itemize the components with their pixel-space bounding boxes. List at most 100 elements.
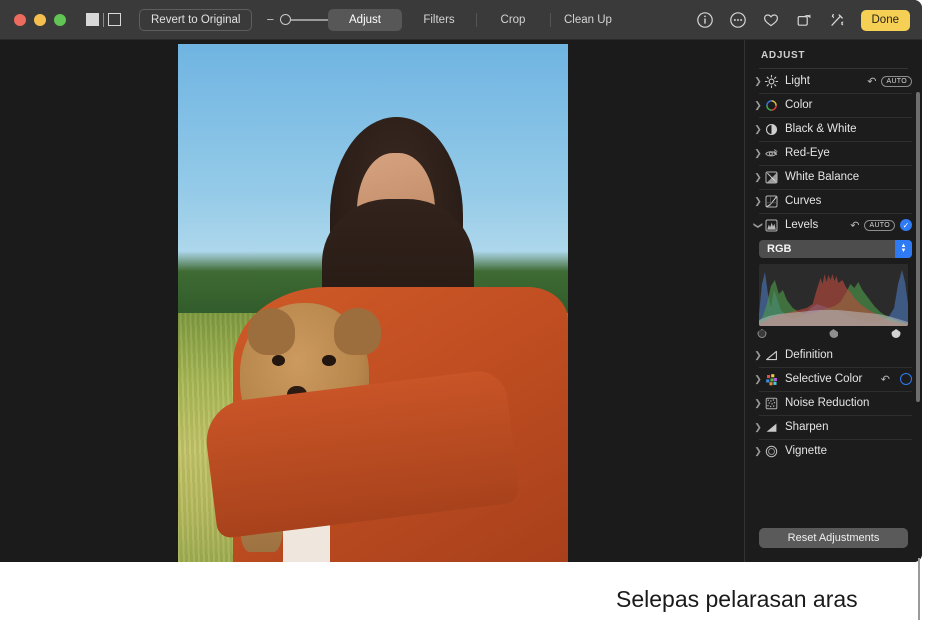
toolbar-actions: Done bbox=[696, 0, 911, 40]
revert-icon[interactable]: ↶ bbox=[881, 373, 890, 386]
single-view-icon[interactable] bbox=[86, 13, 99, 26]
tab-adjust[interactable]: Adjust bbox=[328, 9, 402, 31]
chevron-right-icon[interactable]: ❯ bbox=[753, 124, 763, 135]
chevron-right-icon[interactable]: ❯ bbox=[753, 350, 763, 361]
adjust-row-color[interactable]: ❯ Color bbox=[745, 93, 922, 117]
chevron-right-icon[interactable]: ❯ bbox=[753, 446, 763, 457]
adjust-row-sharpen[interactable]: ❯ Sharpen bbox=[745, 415, 922, 439]
chevron-right-icon[interactable]: ❯ bbox=[753, 196, 763, 207]
tab-filters-label: Filters bbox=[423, 14, 454, 26]
adjust-inspector-panel: ADJUST ❯ Light ↶ AUTO ❯ bbox=[744, 40, 922, 562]
auto-badge[interactable]: AUTO bbox=[864, 220, 895, 231]
adjust-row-definition[interactable]: ❯ Definition bbox=[745, 343, 922, 367]
red-eye-icon bbox=[764, 146, 779, 161]
adjust-row-light[interactable]: ❯ Light ↶ AUTO bbox=[745, 69, 922, 93]
chevron-right-icon[interactable]: ❯ bbox=[753, 100, 763, 111]
tab-filters[interactable]: Filters bbox=[402, 9, 476, 31]
window-controls bbox=[14, 14, 66, 26]
revert-to-original-button[interactable]: Revert to Original bbox=[139, 9, 252, 31]
photo-canvas[interactable] bbox=[0, 40, 744, 562]
photo-dog-ear bbox=[334, 308, 381, 355]
chevron-right-icon[interactable]: ❯ bbox=[753, 172, 763, 183]
black-white-icon bbox=[764, 122, 779, 137]
auto-badge[interactable]: AUTO bbox=[881, 76, 912, 87]
adjust-row-white-balance[interactable]: ❯ White Balance bbox=[745, 165, 922, 189]
adjust-row-black-and-white[interactable]: ❯ Black & White bbox=[745, 117, 922, 141]
levels-handles[interactable] bbox=[759, 327, 908, 339]
adjust-row-vignette[interactable]: ❯ Vignette bbox=[745, 439, 922, 463]
levels-histogram-group bbox=[759, 264, 908, 339]
chevron-right-icon[interactable]: ❯ bbox=[753, 374, 763, 385]
enhance-icon[interactable] bbox=[828, 11, 846, 29]
noise-reduction-icon bbox=[764, 396, 779, 411]
adjust-row-red-eye[interactable]: ❯ Red-Eye bbox=[745, 141, 922, 165]
revert-icon[interactable]: ↶ bbox=[867, 75, 876, 88]
reset-adjustments-button[interactable]: Reset Adjustments bbox=[759, 528, 908, 548]
adjust-row-curves[interactable]: ❯ Curves bbox=[745, 189, 922, 213]
vignette-icon bbox=[764, 444, 779, 459]
adjust-row-noise-reduction[interactable]: ❯ Noise Reduction bbox=[745, 391, 922, 415]
levels-channel-label: RGB bbox=[767, 243, 791, 255]
chevron-right-icon[interactable]: ❯ bbox=[753, 148, 763, 159]
adjust-label-color: Color bbox=[785, 99, 812, 111]
selective-color-checkbox[interactable] bbox=[900, 373, 912, 385]
black-point-handle[interactable] bbox=[757, 327, 766, 338]
tab-crop[interactable]: Crop bbox=[476, 9, 550, 31]
minimize-button[interactable] bbox=[34, 14, 46, 26]
selective-color-icon bbox=[764, 372, 779, 387]
chevron-right-icon[interactable]: ❯ bbox=[753, 422, 763, 433]
histogram-plot bbox=[759, 264, 908, 326]
tab-clean-up-label: Clean Up bbox=[564, 14, 612, 26]
callout-line bbox=[918, 558, 920, 620]
levels-histogram[interactable] bbox=[759, 264, 908, 326]
white-point-handle[interactable] bbox=[892, 327, 901, 338]
chevron-right-icon[interactable]: ❯ bbox=[753, 76, 763, 87]
zoom-out-icon[interactable]: − bbox=[266, 13, 274, 26]
adjust-row-levels[interactable]: ❯ Levels ↶ AUTO ✓ bbox=[745, 213, 922, 237]
toolbar: Revert to Original − + Adjust Filters Cr… bbox=[0, 0, 922, 40]
levels-enabled-checkbox[interactable]: ✓ bbox=[900, 219, 912, 231]
edit-mode-tabs[interactable]: Adjust Filters Crop Clean Up bbox=[328, 9, 626, 31]
levels-channel-popup[interactable]: RGB ▲ ▼ bbox=[759, 240, 912, 258]
tab-adjust-label: Adjust bbox=[349, 14, 381, 26]
done-label: Done bbox=[872, 14, 900, 26]
photo-dog-eye bbox=[272, 355, 285, 366]
edited-photo[interactable] bbox=[178, 44, 568, 562]
photos-editor-window: Revert to Original − + Adjust Filters Cr… bbox=[0, 0, 922, 562]
curves-icon bbox=[764, 194, 779, 209]
view-mode-toggle[interactable] bbox=[86, 13, 121, 27]
adjust-label-definition: Definition bbox=[785, 349, 833, 361]
caption-text: Selepas pelarasan aras bbox=[616, 586, 858, 613]
reset-adjustments-label: Reset Adjustments bbox=[788, 532, 880, 544]
favorite-heart-icon[interactable] bbox=[762, 11, 780, 29]
sharpen-icon bbox=[764, 420, 779, 435]
photo-dog-ear bbox=[248, 308, 295, 355]
info-icon[interactable] bbox=[696, 11, 714, 29]
zoom-button[interactable] bbox=[54, 14, 66, 26]
levels-icon bbox=[764, 218, 779, 233]
inspector-scrollbar[interactable] bbox=[916, 92, 920, 402]
definition-icon bbox=[764, 348, 779, 363]
rotate-icon[interactable] bbox=[795, 11, 813, 29]
zoom-slider-knob[interactable] bbox=[280, 14, 291, 25]
chevron-down-icon[interactable]: ❯ bbox=[753, 220, 764, 230]
adjust-label-sharpen: Sharpen bbox=[785, 421, 828, 433]
color-wheel-icon bbox=[764, 98, 779, 113]
sun-icon bbox=[764, 74, 779, 89]
chevron-right-icon[interactable]: ❯ bbox=[753, 398, 763, 409]
adjust-row-selective-color[interactable]: ❯ Selective Color ↶ bbox=[745, 367, 922, 391]
adjust-label-white-balance: White Balance bbox=[785, 171, 859, 183]
revert-icon[interactable]: ↶ bbox=[850, 219, 859, 232]
adjust-label-noise-reduction: Noise Reduction bbox=[785, 397, 869, 409]
photo-dog-eye bbox=[322, 355, 335, 366]
split-view-icon[interactable] bbox=[108, 13, 121, 26]
close-button[interactable] bbox=[14, 14, 26, 26]
chevron-updown-icon[interactable]: ▲ ▼ bbox=[895, 240, 912, 258]
adjust-label-black-and-white: Black & White bbox=[785, 123, 857, 135]
done-button[interactable]: Done bbox=[861, 10, 911, 31]
tab-clean-up[interactable]: Clean Up bbox=[550, 9, 626, 31]
screenshot-root: Revert to Original − + Adjust Filters Cr… bbox=[0, 0, 934, 625]
more-options-icon[interactable] bbox=[729, 11, 747, 29]
midtone-handle[interactable] bbox=[829, 327, 838, 338]
adjust-label-light: Light bbox=[785, 75, 810, 87]
